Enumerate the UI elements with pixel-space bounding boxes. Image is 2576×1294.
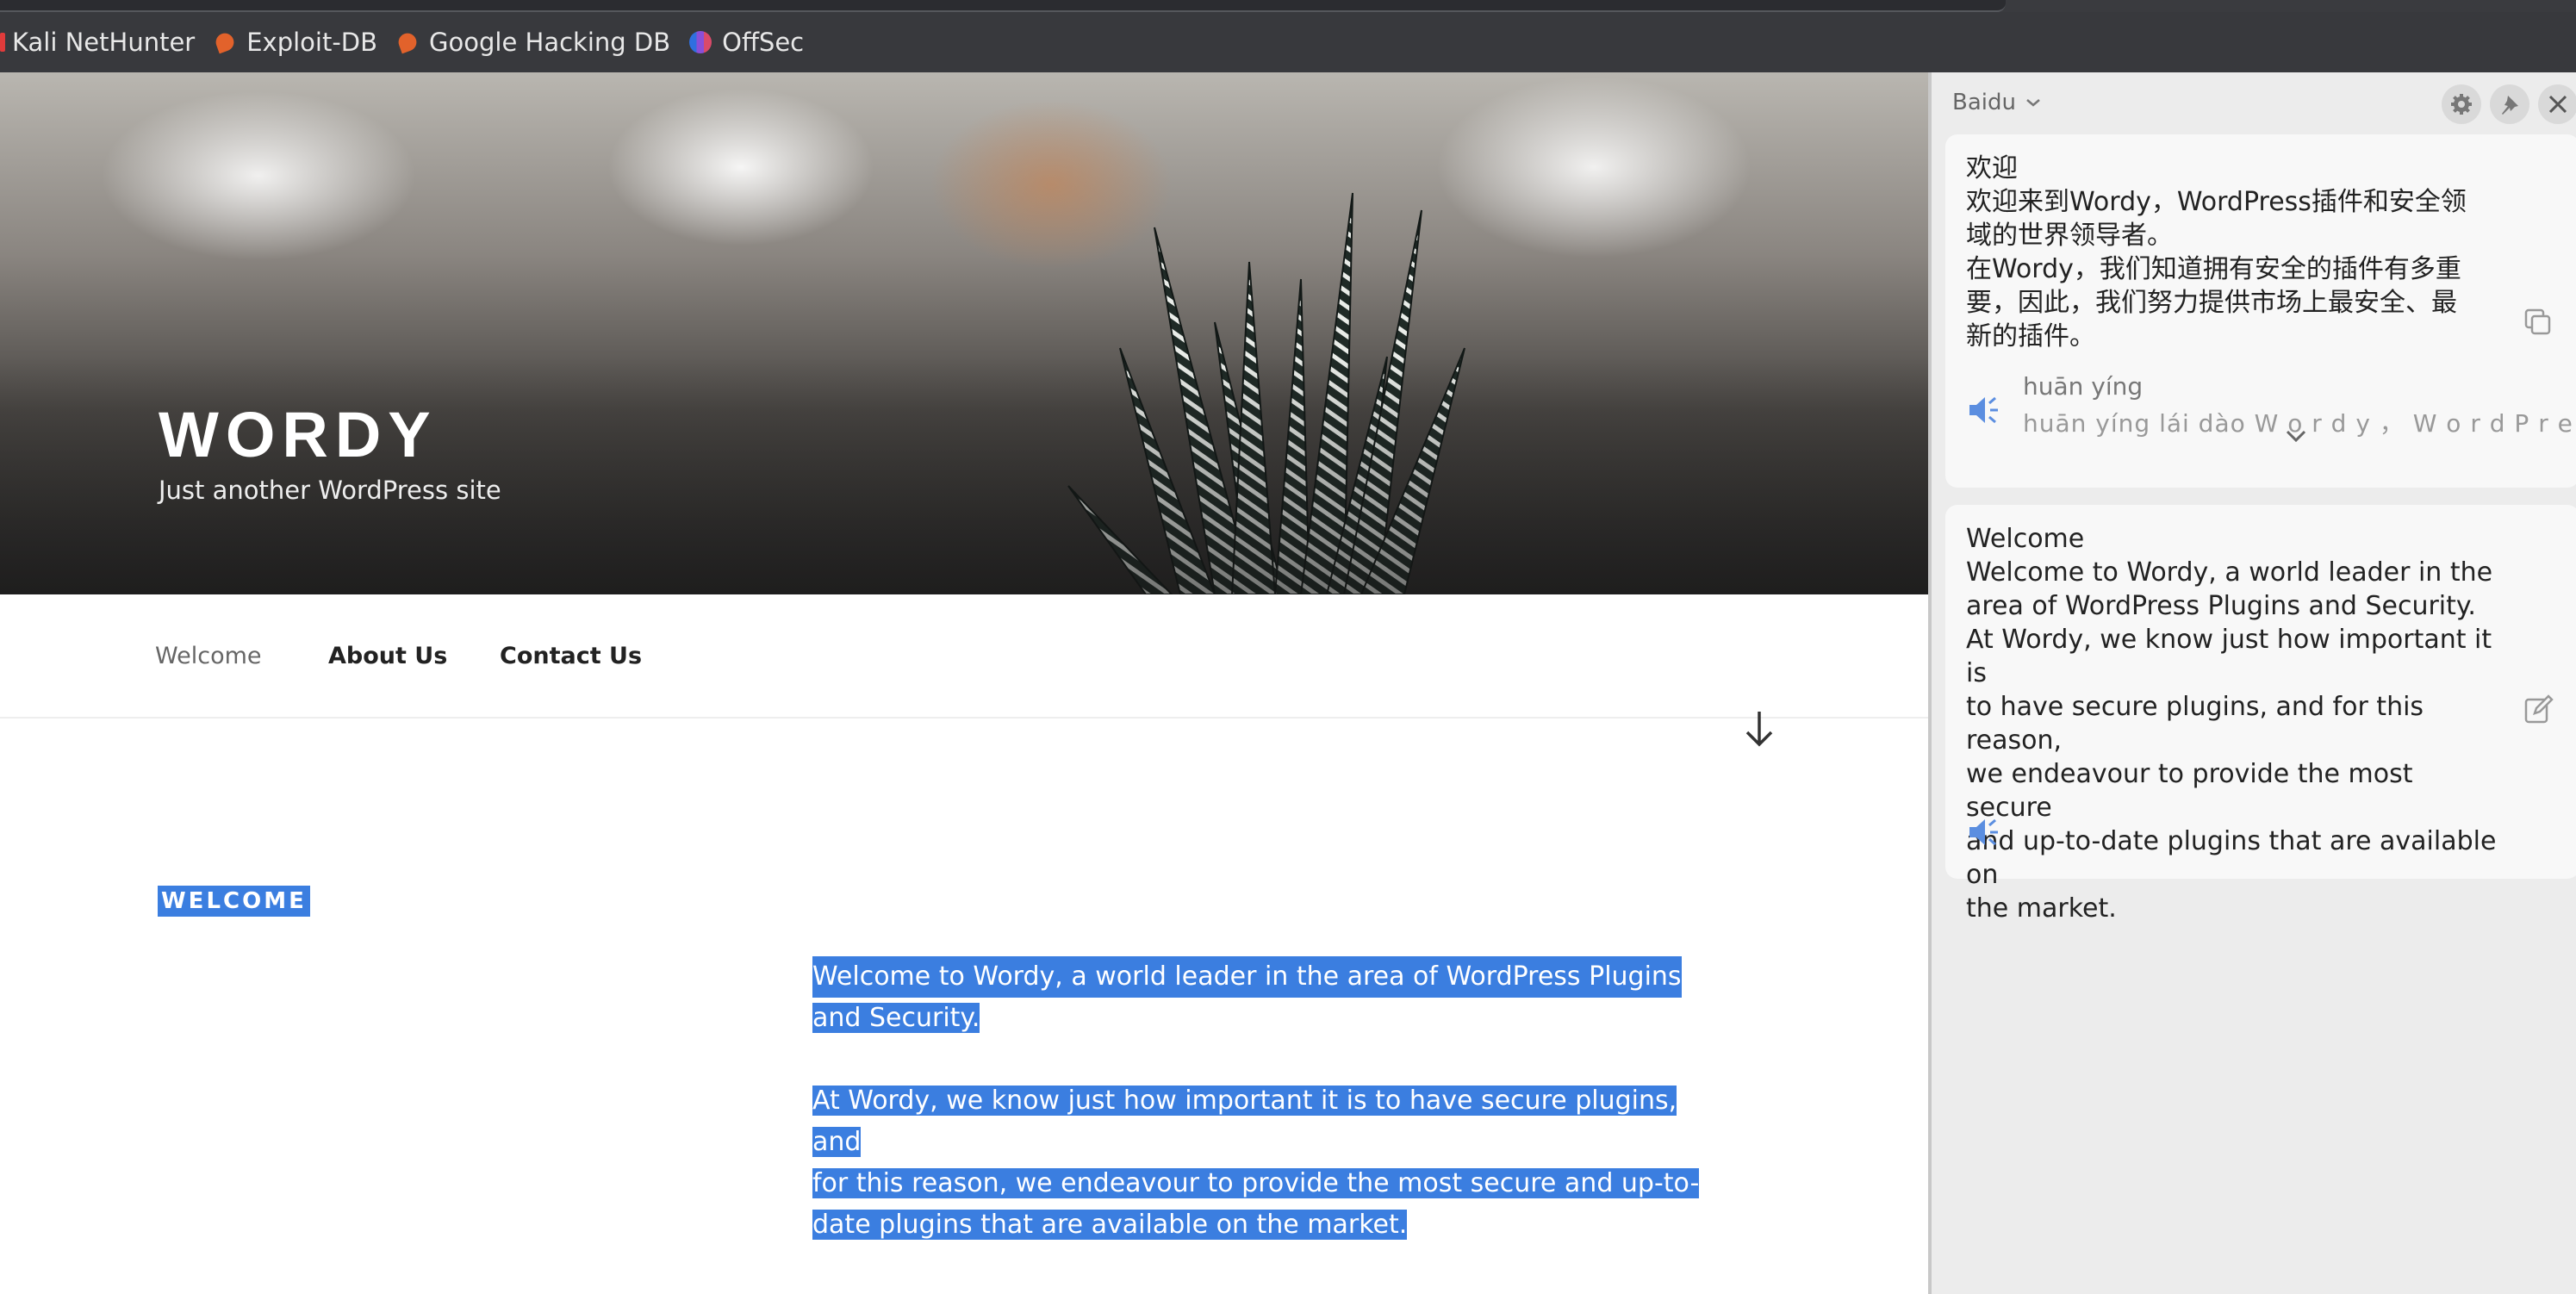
pin-icon: [2502, 96, 2518, 115]
browser-toolbar: [0, 0, 2576, 12]
text-line: Welcome: [1966, 524, 2085, 554]
close-icon: [2548, 95, 2567, 114]
text-line: area of WordPress Plugins and Security.: [1966, 591, 2476, 621]
text-line: 新的插件。: [1966, 321, 2095, 351]
text-line: date plugins that are available on the m…: [812, 1210, 1408, 1240]
engine-dropdown[interactable]: Baidu: [1952, 90, 2042, 115]
exploit-db-icon: [395, 30, 420, 54]
bookmark-google-hacking-db[interactable]: Google Hacking DB: [395, 28, 671, 57]
text-line: At Wordy, we know just how important it …: [1966, 625, 2492, 688]
pin-button[interactable]: [2490, 84, 2529, 124]
nav-item-about-us[interactable]: About Us: [328, 643, 447, 669]
translation-text[interactable]: 欢迎 欢迎来到Wordy，WordPress插件和安全领 域的世界领导者。 在W…: [1966, 152, 2500, 353]
text-line: Welcome to Wordy, a world leader in the …: [812, 956, 1682, 998]
content-paragraph: At Wordy, we know just how important it …: [812, 1080, 1717, 1246]
site-navigation: Welcome About Us Contact Us: [0, 594, 1928, 719]
web-page: WORDY Just another WordPress site Welcom…: [0, 72, 1928, 1294]
bookmark-label: Google Hacking DB: [429, 28, 671, 57]
text-line: to have secure plugins, and for this rea…: [1966, 692, 2424, 756]
source-text[interactable]: Welcome Welcome to Wordy, a world leader…: [1966, 522, 2500, 925]
text-line: and Security.: [812, 1003, 980, 1033]
source-card: Welcome Welcome to Wordy, a world leader…: [1945, 505, 2576, 924]
translation-card: 欢迎 欢迎来到Wordy，WordPress插件和安全领 域的世界领导者。 在W…: [1945, 134, 2576, 488]
text-line: 欢迎: [1966, 153, 2018, 184]
copy-icon[interactable]: [2523, 307, 2554, 338]
kali-icon: [0, 33, 5, 52]
text-line: we endeavour to provide the most secure: [1966, 759, 2413, 823]
header-image: WORDY Just another WordPress site: [0, 72, 1928, 594]
text-line: 欢迎来到Wordy，WordPress插件和安全领: [1966, 187, 2467, 217]
arrow-down-icon[interactable]: [1742, 708, 1776, 750]
translator-panel: Baidu 欢迎 欢迎来到Wordy，WordPress插件和安全领 域的世界领…: [1928, 72, 2576, 1294]
nav-item-welcome[interactable]: Welcome: [155, 643, 262, 669]
offsec-icon: [689, 31, 712, 53]
bookmark-label: Exploit-DB: [246, 28, 378, 57]
close-button[interactable]: [2538, 84, 2576, 124]
text-line: for this reason, we endeavour to provide…: [812, 1168, 1700, 1198]
exploit-db-icon: [213, 30, 237, 54]
settings-button[interactable]: [2442, 84, 2481, 124]
bookmark-exploit-db[interactable]: Exploit-DB: [213, 28, 378, 57]
engine-label: Baidu: [1952, 90, 2016, 115]
bookmark-label: Kali NetHunter: [12, 28, 196, 57]
text-line: 要，因此，我们努力提供市场上最安全、最: [1966, 288, 2457, 318]
nav-item-contact-us[interactable]: Contact Us: [500, 643, 642, 669]
site-tagline: Just another WordPress site: [159, 476, 501, 505]
text-line: and up-to-date plugins that are availabl…: [1966, 826, 2497, 890]
gear-icon: [2451, 94, 2472, 115]
edit-icon[interactable]: [2523, 694, 2554, 725]
text-line: At Wordy, we know just how important it …: [812, 1086, 1677, 1157]
site-title[interactable]: WORDY: [159, 398, 438, 471]
bookmarks-bar: Kali NetHunter Exploit-DB Google Hacking…: [0, 12, 2576, 72]
text-line: the market.: [1966, 893, 2117, 924]
speaker-icon[interactable]: [1966, 393, 2000, 427]
speaker-icon[interactable]: [1966, 815, 2000, 849]
chevron-down-icon[interactable]: [2283, 427, 2309, 445]
bookmark-offsec[interactable]: OffSec: [689, 28, 804, 57]
bookmark-label: OffSec: [722, 28, 805, 57]
pinyin-line: huān yíng: [2023, 372, 2144, 401]
text-line: 域的世界领导者。: [1966, 221, 2173, 251]
bookmark-kali-nethunter[interactable]: Kali NetHunter: [0, 28, 195, 57]
text-line: Welcome to Wordy, a world leader in the: [1966, 557, 2493, 588]
address-bar[interactable]: [0, 0, 2006, 12]
chevron-down-icon: [2026, 99, 2040, 107]
section-heading: WELCOME: [158, 886, 310, 917]
content-paragraph: Welcome to Wordy, a world leader in the …: [812, 956, 1717, 1039]
text-line: 在Wordy，我们知道拥有安全的插件有多重: [1966, 254, 2461, 284]
